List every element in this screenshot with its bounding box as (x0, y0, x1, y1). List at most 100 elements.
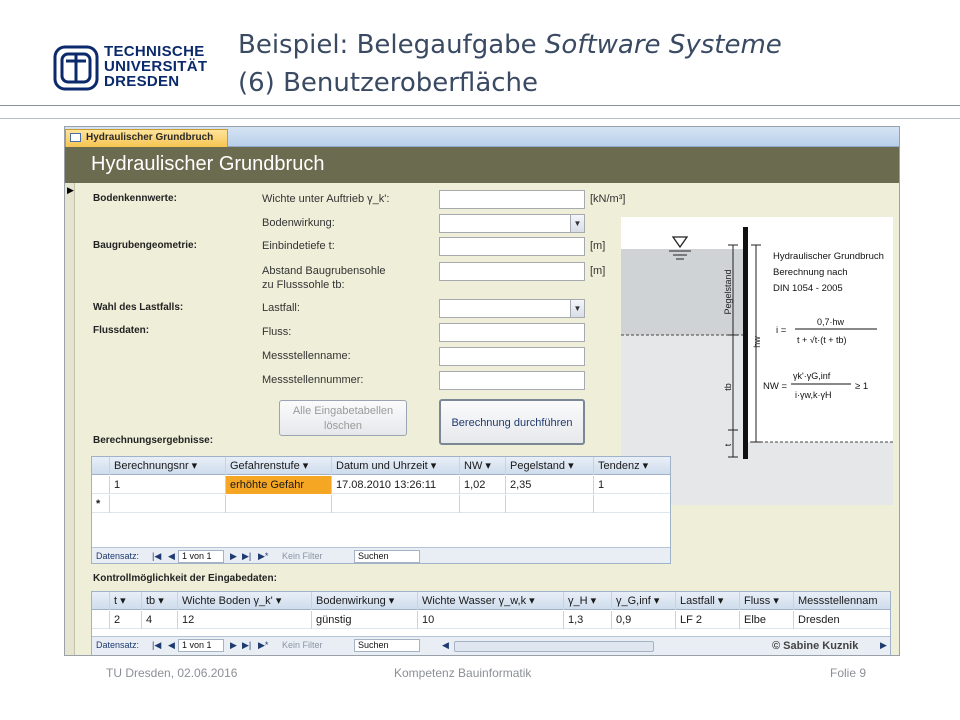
einbindetiefe-unit: [m] (590, 240, 606, 252)
next-record-icon[interactable]: ▶ (230, 551, 237, 562)
wichte-input[interactable] (439, 190, 585, 209)
table-row[interactable]: 1 erhöhte Gefahr 17.08.2010 13:26:11 1,0… (92, 476, 670, 494)
last-record-icon[interactable]: ▶| (242, 640, 251, 651)
column-header[interactable]: Wichte Boden γ_k' ▾ (178, 592, 312, 610)
row-selector[interactable] (92, 476, 110, 494)
formula-nw-denominator: i·γw,k·γH (795, 390, 832, 400)
table-cell[interactable]: Elbe (740, 611, 794, 629)
label-pegelstand: Pegelstand (723, 269, 733, 314)
search-box[interactable]: Suchen (354, 639, 420, 652)
select-all-corner[interactable] (92, 457, 110, 475)
table-cell[interactable]: 0,9 (612, 611, 676, 629)
record-position-box[interactable]: 1 von 1 (178, 550, 224, 563)
column-header[interactable]: tb ▾ (142, 592, 178, 610)
table-cell[interactable]: 2 (110, 611, 142, 629)
fluss-input[interactable] (439, 323, 585, 342)
chevron-down-icon[interactable]: ▼ (570, 215, 584, 232)
einbindetiefe-input[interactable] (439, 237, 585, 256)
form-tab[interactable]: Hydraulischer Grundbruch (65, 129, 229, 147)
next-record-icon[interactable]: ▶ (230, 640, 237, 651)
einbindetiefe-label: Einbindetiefe t: (262, 240, 335, 252)
hazard-level-cell[interactable]: erhöhte Gefahr (226, 476, 332, 494)
table-cell[interactable]: Dresden (794, 611, 890, 629)
chevron-down-icon[interactable]: ▼ (570, 300, 584, 317)
abstand-label-line1: Abstand Baugrubensohle (262, 265, 386, 277)
abstand-input[interactable] (439, 262, 585, 281)
search-box[interactable]: Suchen (354, 550, 420, 563)
control-datasheet[interactable]: t ▾ tb ▾ Wichte Boden γ_k' ▾ Bodenwirkun… (91, 591, 891, 655)
lastfall-combo[interactable]: ▼ (439, 299, 585, 318)
table-cell[interactable]: 4 (142, 611, 178, 629)
table-cell[interactable]: 12 (178, 611, 312, 629)
table-cell[interactable]: 1,02 (460, 476, 506, 494)
column-header[interactable]: Datum und Uhrzeit ▾ (332, 457, 460, 475)
table-cell[interactable] (594, 495, 670, 513)
column-header[interactable]: γ_H ▾ (564, 592, 612, 610)
column-header[interactable]: γ_G,inf ▾ (612, 592, 676, 610)
table-cell[interactable]: 1 (110, 476, 226, 494)
record-position-box[interactable]: 1 von 1 (178, 639, 224, 652)
table-cell[interactable]: 10 (418, 611, 564, 629)
wichte-unit: [kN/m³] (590, 193, 626, 205)
first-record-icon[interactable]: |◀ (152, 551, 161, 562)
row-selector[interactable] (92, 611, 110, 629)
table-cell[interactable]: 1,3 (564, 611, 612, 629)
lastfall-label: Lastfall: (262, 302, 300, 314)
results-header-row: Berechnungsnr ▾ Gefahrenstufe ▾ Datum un… (92, 457, 670, 475)
column-header[interactable]: Gefahrenstufe ▾ (226, 457, 332, 475)
form-title: Hydraulischer Grundbruch (91, 153, 325, 175)
record-selector[interactable] (65, 183, 75, 655)
previous-record-icon[interactable]: ◀ (168, 640, 175, 651)
column-header[interactable]: t ▾ (110, 592, 142, 610)
table-cell[interactable] (506, 495, 594, 513)
select-all-corner[interactable] (92, 592, 110, 610)
diagram-title-3: DIN 1054 - 2005 (773, 283, 843, 294)
horizontal-scrollbar[interactable] (454, 641, 654, 652)
column-header[interactable]: NW ▾ (460, 457, 506, 475)
column-header[interactable]: Pegelstand ▾ (506, 457, 594, 475)
abstand-unit: [m] (590, 265, 606, 277)
table-cell[interactable]: 17.08.2010 13:26:11 (332, 476, 460, 494)
new-record-icon[interactable]: ▶* (258, 640, 268, 651)
record-navigation-bar: Datensatz: |◀ ◀ 1 von 1 ▶ ▶| ▶* Kein Fil… (92, 547, 670, 563)
previous-record-icon[interactable]: ◀ (168, 551, 175, 562)
new-record-row[interactable]: * (92, 495, 670, 513)
slide-title: Beispiel: Belegaufgabe Software Systeme (238, 30, 782, 60)
last-record-icon[interactable]: ▶| (242, 551, 251, 562)
scroll-right-icon[interactable]: ▶ (880, 640, 887, 651)
table-row[interactable]: 2 4 12 günstig 10 1,3 0,9 LF 2 Elbe Dres… (92, 611, 890, 629)
column-header[interactable]: Wichte Wasser γ_w,k ▾ (418, 592, 564, 610)
formula-i-numerator: 0,7·hw (817, 317, 845, 327)
messstellennummer-input[interactable] (439, 371, 585, 390)
table-cell[interactable]: günstig (312, 611, 418, 629)
table-cell[interactable]: LF 2 (676, 611, 740, 629)
column-header[interactable]: Lastfall ▾ (676, 592, 740, 610)
table-cell[interactable] (226, 495, 332, 513)
access-form-window: Hydraulischer Grundbruch Hydraulischer G… (64, 126, 900, 656)
table-cell[interactable] (332, 495, 460, 513)
bodenwirkung-combo[interactable]: ▼ (439, 214, 585, 233)
footer-center: Kompetenz Bauinformatik (394, 666, 532, 680)
messstellenname-input[interactable] (439, 347, 585, 366)
footer-date: TU Dresden, 02.06.2016 (106, 666, 238, 680)
new-record-icon[interactable]: ▶* (258, 551, 268, 562)
filter-status[interactable]: Kein Filter (282, 640, 323, 650)
table-cell[interactable]: 1 (594, 476, 670, 494)
table-cell[interactable] (110, 495, 226, 513)
table-cell[interactable]: 2,35 (506, 476, 594, 494)
column-header[interactable]: Fluss ▾ (740, 592, 794, 610)
results-datasheet[interactable]: Berechnungsnr ▾ Gefahrenstufe ▾ Datum un… (91, 456, 671, 564)
first-record-icon[interactable]: |◀ (152, 640, 161, 651)
column-header[interactable]: Tendenz ▾ (594, 457, 670, 475)
clear-tables-button[interactable]: Alle Eingabetabellen löschen (279, 400, 407, 436)
scroll-left-icon[interactable]: ◀ (442, 640, 449, 651)
column-header[interactable]: Bodenwirkung ▾ (312, 592, 418, 610)
column-header[interactable]: Messstellennam (794, 592, 890, 610)
tu-dresden-logo (53, 45, 99, 91)
calculate-button[interactable]: Berechnung durchführen (439, 399, 585, 445)
column-header[interactable]: Berechnungsnr ▾ (110, 457, 226, 475)
document-tab-bar: Hydraulischer Grundbruch (65, 127, 899, 147)
table-cell[interactable] (460, 495, 506, 513)
filter-status[interactable]: Kein Filter (282, 551, 323, 561)
bodenwirkung-label: Bodenwirkung: (262, 217, 335, 229)
